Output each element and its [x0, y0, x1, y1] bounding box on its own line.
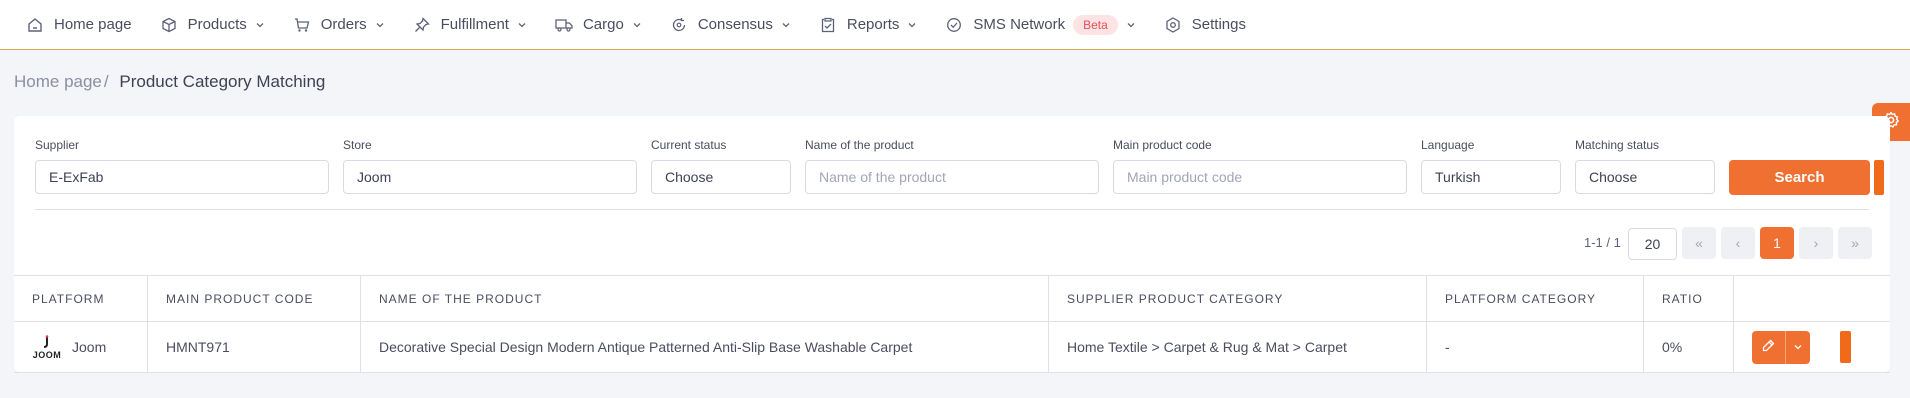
beta-badge: Beta	[1073, 14, 1118, 35]
nav-home[interactable]: Home page	[26, 0, 132, 50]
nav-settings-label: Settings	[1191, 16, 1246, 33]
header-product-name: NAME OF THE PRODUCT	[361, 276, 1049, 321]
main-product-code-label: Main product code	[1113, 138, 1212, 152]
nav-fulfillment-label: Fulfillment	[440, 16, 509, 33]
nav-products-label: Products	[187, 16, 247, 33]
header-supplier-category: SUPPLIER PRODUCT CATEGORY	[1049, 276, 1427, 321]
pagination: 1-1 / 1 20 « ‹ 1 › »	[14, 227, 1890, 261]
current-status-label: Current status	[651, 138, 727, 152]
header-main-product-code: MAIN PRODUCT CODE	[148, 276, 361, 321]
nav-consensus-label: Consensus	[697, 16, 773, 33]
joom-logo-text: JOOM	[32, 349, 62, 360]
nav-home-label: Home page	[54, 16, 132, 33]
nav-cargo-label: Cargo	[582, 16, 624, 33]
row-side-button[interactable]	[1840, 331, 1851, 363]
store-field: Store Joom	[343, 138, 637, 194]
chevron-down-icon	[255, 20, 265, 30]
product-name-input[interactable]: Name of the product	[805, 160, 1099, 194]
breadcrumb-home[interactable]: Home page	[14, 72, 102, 91]
edit-button[interactable]	[1752, 330, 1785, 364]
chevron-down-icon	[907, 20, 917, 30]
results-table: PLATFORM MAIN PRODUCT CODE NAME OF THE P…	[14, 275, 1890, 373]
first-page-button[interactable]: «	[1682, 227, 1716, 259]
store-label: Store	[343, 138, 372, 152]
nav-products[interactable]: Products	[160, 0, 265, 50]
nav-cargo[interactable]: Cargo	[555, 0, 642, 50]
cell-product-name: Decorative Special Design Modern Antique…	[361, 322, 1049, 372]
nav-sms-network-label: SMS Network	[973, 16, 1066, 33]
chevron-down-icon	[517, 20, 527, 30]
nav-consensus[interactable]: Consensus	[670, 0, 791, 50]
check-circle-icon	[945, 16, 963, 34]
chevron-down-icon	[632, 20, 642, 30]
language-field: Language Turkish	[1421, 138, 1561, 194]
box-icon	[160, 16, 178, 34]
matching-status-field: Matching status Choose	[1575, 138, 1715, 194]
product-name-field: Name of the product Name of the product	[805, 138, 1099, 194]
gear-icon	[1164, 16, 1182, 34]
breadcrumb-separator: /	[103, 72, 109, 91]
pagination-range: 1-1 / 1	[1584, 235, 1621, 250]
breadcrumb: Home page / Product Category Matching	[14, 72, 325, 92]
cell-platform-category: -	[1427, 322, 1644, 372]
chevron-down-icon	[1793, 339, 1803, 355]
header-actions	[1734, 276, 1890, 321]
nav-settings[interactable]: Settings	[1164, 0, 1246, 50]
cell-platform: JOOM Joom	[14, 322, 148, 372]
nav-reports[interactable]: Reports	[819, 0, 918, 50]
language-select[interactable]: Turkish	[1421, 160, 1561, 194]
nav-reports-label: Reports	[846, 16, 900, 33]
table-header-row: PLATFORM MAIN PRODUCT CODE NAME OF THE P…	[14, 276, 1890, 322]
truck-icon	[555, 16, 573, 34]
edit-icon	[1762, 339, 1775, 355]
table-row: JOOM Joom HMNT971 Decorative Special Des…	[14, 322, 1890, 373]
chevron-down-icon	[1126, 20, 1136, 30]
pin-icon	[413, 16, 431, 34]
cell-actions	[1734, 322, 1890, 372]
filter-card: Supplier E-ExFab Store Joom Current stat…	[14, 116, 1890, 373]
language-label: Language	[1421, 138, 1475, 152]
nav-fulfillment[interactable]: Fulfillment	[413, 0, 527, 50]
clipboard-icon	[819, 16, 837, 34]
product-name-label: Name of the product	[805, 138, 914, 152]
store-select[interactable]: Joom	[343, 160, 637, 194]
nav-orders[interactable]: Orders	[293, 0, 385, 50]
cart-icon	[293, 16, 311, 34]
joom-logo: JOOM	[32, 334, 62, 360]
cell-ratio: 0%	[1644, 322, 1734, 372]
search-side-button[interactable]	[1874, 160, 1884, 195]
next-page-button[interactable]: ›	[1799, 227, 1833, 259]
matching-status-select[interactable]: Choose	[1575, 160, 1715, 194]
supplier-label: Supplier	[35, 138, 80, 152]
sync-icon	[670, 16, 688, 34]
top-navigation: Home page Products Orders Fulfillment Ca…	[0, 0, 1910, 50]
current-status-field: Current status Choose	[651, 138, 791, 194]
matching-status-label: Matching status	[1575, 138, 1660, 152]
previous-page-button[interactable]: ‹	[1721, 227, 1755, 259]
page-title: Product Category Matching	[119, 72, 326, 91]
actions-dropdown-button[interactable]	[1785, 330, 1810, 364]
cell-main-product-code: HMNT971	[148, 322, 361, 372]
header-platform: PLATFORM	[14, 276, 148, 321]
supplier-select[interactable]: E-ExFab	[35, 160, 329, 194]
divider	[35, 209, 1869, 210]
page-1-button[interactable]: 1	[1760, 227, 1794, 259]
supplier-field: Supplier E-ExFab	[35, 138, 329, 194]
header-platform-category: PLATFORM CATEGORY	[1427, 276, 1644, 321]
nav-sms-network[interactable]: SMS Network Beta	[945, 0, 1135, 50]
header-ratio: RATIO	[1644, 276, 1734, 321]
chevron-down-icon	[375, 20, 385, 30]
cell-supplier-category: Home Textile > Carpet & Rug & Mat > Carp…	[1049, 322, 1427, 372]
nav-orders-label: Orders	[320, 16, 367, 33]
main-product-code-input[interactable]: Main product code	[1113, 160, 1407, 194]
page-size-input[interactable]: 20	[1628, 228, 1677, 260]
last-page-button[interactable]: »	[1838, 227, 1872, 259]
search-button[interactable]: Search	[1729, 160, 1870, 195]
platform-name: Joom	[72, 339, 107, 355]
main-product-code-field: Main product code Main product code	[1113, 138, 1407, 194]
current-status-select[interactable]: Choose	[651, 160, 791, 194]
home-icon	[26, 16, 44, 34]
chevron-down-icon	[781, 20, 791, 30]
